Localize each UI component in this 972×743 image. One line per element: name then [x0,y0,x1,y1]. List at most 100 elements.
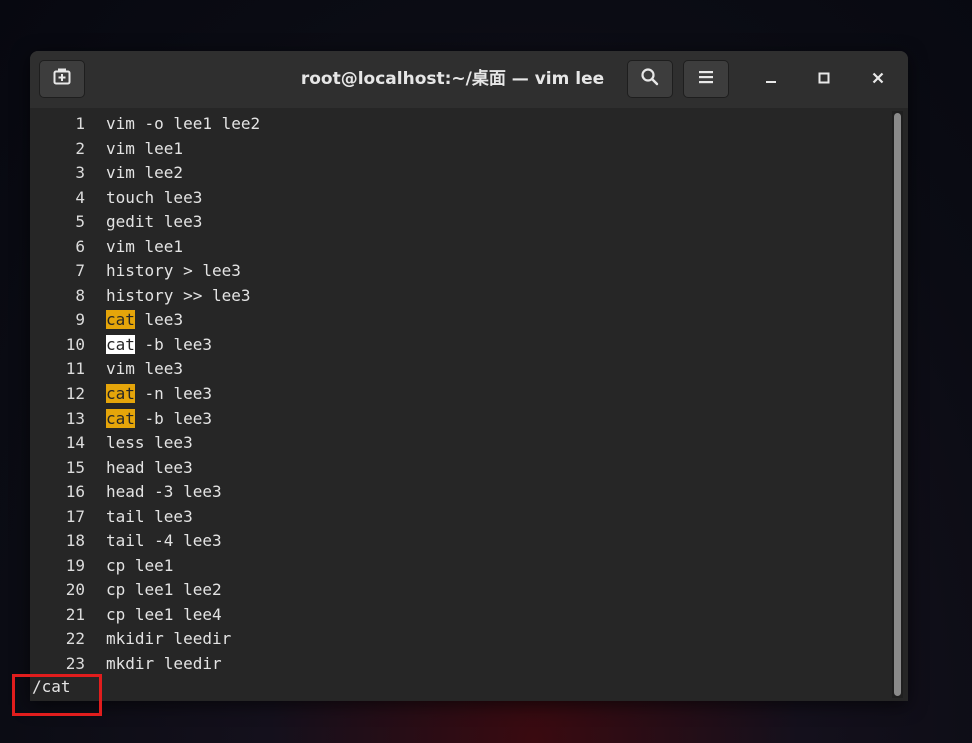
title-bar[interactable]: root@localhost:~/桌面 — vim lee [30,51,908,109]
editor-line: 11 vim lee3 [30,357,183,382]
line-rest-text: -b lee3 [134,334,212,354]
line-rest-text: gedit lee3 [106,212,203,232]
line-number: 18 [65,531,85,551]
line-number: 14 [65,433,85,453]
line-rest-text: -n lee3 [134,384,212,404]
line-text: mkdir leedir [106,652,222,677]
editor-line: 15 head lee3 [30,456,193,481]
close-button[interactable] [864,65,892,93]
search-icon [640,67,660,91]
line-number: 17 [65,506,85,526]
line-number: 8 [75,285,85,305]
editor-line: 16 head -3 lee3 [30,480,222,505]
line-number: 21 [65,604,85,624]
editor-line: 3 vim lee2 [30,161,183,186]
editor-line: 1 vim -o lee1 lee2 [30,112,260,137]
line-rest-text: history >> lee3 [106,285,251,305]
editor-line: 6 vim lee1 [30,235,183,260]
search-match: cat [106,310,135,330]
editor-line: 22 mkidir leedir [30,627,232,652]
new-tab-button[interactable] [39,60,85,98]
line-rest-text: less lee3 [106,433,193,453]
line-number: 5 [75,212,85,232]
line-rest-text: cp lee1 lee2 [106,580,222,600]
line-text: cat -n lee3 [106,382,212,407]
line-number: 3 [75,163,85,183]
line-number: 19 [65,555,85,575]
line-number: 1 [75,114,85,133]
line-rest-text: cp lee1 [106,555,174,575]
line-number: 4 [75,187,85,207]
line-rest-text: -b lee3 [134,408,212,428]
terminal-window: root@localhost:~/桌面 — vim lee 1 vim -o l… [30,51,908,701]
line-text: cat lee3 [106,308,183,333]
line-text: history >> lee3 [106,284,251,309]
new-tab-icon [52,67,72,91]
editor-line: 5 gedit lee3 [30,210,202,235]
line-rest-text: vim -o lee1 lee2 [106,114,261,133]
scrollbar-thumb[interactable] [894,113,901,696]
line-rest-text: tail -4 lee3 [106,531,222,551]
annotation-highlight-box [12,674,102,716]
editor-line: 2 vim lee1 [30,137,183,162]
vertical-scrollbar[interactable] [892,111,903,698]
editor-line: 23 mkdir leedir [30,652,222,677]
line-text: vim lee2 [106,161,183,186]
line-number: 6 [75,236,85,256]
line-number: 9 [75,310,85,330]
line-rest-text: mkdir leedir [106,654,222,674]
editor-lines: 1 vim -o lee1 lee2 2 vim lee1 3 vim lee2 4 touc… [30,112,260,677]
line-text: vim lee1 [106,235,183,260]
line-text: vim lee1 [106,137,183,162]
line-text: tail lee3 [106,505,193,530]
line-text: vim lee3 [106,357,183,382]
line-number: 10 [65,334,85,354]
line-rest-text: head -3 lee3 [106,482,222,502]
line-text: head lee3 [106,456,193,481]
line-text: cat -b lee3 [106,333,212,358]
editor-line: 8 history >> lee3 [30,284,250,309]
line-rest-text: vim lee1 [106,138,184,158]
maximize-button[interactable] [810,65,838,93]
line-rest-text: head lee3 [106,457,193,477]
line-rest-text: tail lee3 [106,506,193,526]
line-number: 22 [65,629,85,649]
editor-line: 12 cat -n lee3 [30,382,212,407]
minimize-button[interactable] [757,65,785,93]
line-text: head -3 lee3 [106,480,222,505]
line-text: cp lee1 lee4 [106,603,222,628]
search-button[interactable] [627,60,673,98]
line-text: history > lee3 [106,259,241,284]
editor-line: 21 cp lee1 lee4 [30,603,222,628]
line-number: 23 [65,654,85,674]
line-number: 15 [65,457,85,477]
search-match: cat [106,384,135,404]
maximize-icon [817,70,831,89]
line-text: cp lee1 lee2 [106,578,222,603]
editor-line: 13 cat -b lee3 [30,407,212,432]
current-search-match: cat [106,334,135,354]
line-number: 7 [75,261,85,281]
line-rest-text: touch lee3 [106,187,203,207]
line-text: cat -b lee3 [106,407,212,432]
editor-line: 19 cp lee1 [30,554,174,579]
line-text: touch lee3 [106,186,202,211]
editor-line: 14 less lee3 [30,431,193,456]
menu-button[interactable] [683,60,729,98]
line-text: gedit lee3 [106,210,202,235]
editor-line: 17 tail lee3 [30,505,193,530]
line-number: 2 [75,138,85,158]
editor-line: 18 tail -4 lee3 [30,529,222,554]
editor-line: 7 history > lee3 [30,259,241,284]
search-match: cat [106,408,135,428]
editor-line: 20 cp lee1 lee2 [30,578,222,603]
line-text: cp lee1 [106,554,173,579]
line-rest-text: vim lee3 [106,359,184,379]
line-number: 20 [65,580,85,600]
line-number: 11 [65,359,85,379]
line-rest-text: history > lee3 [106,261,241,281]
line-number: 13 [65,408,85,428]
line-text: mkidir leedir [106,627,231,652]
editor-line: 9 cat lee3 [30,308,183,333]
terminal-content[interactable]: 1 vim -o lee1 lee2 2 vim lee1 3 vim lee2 4 touc… [30,108,908,701]
